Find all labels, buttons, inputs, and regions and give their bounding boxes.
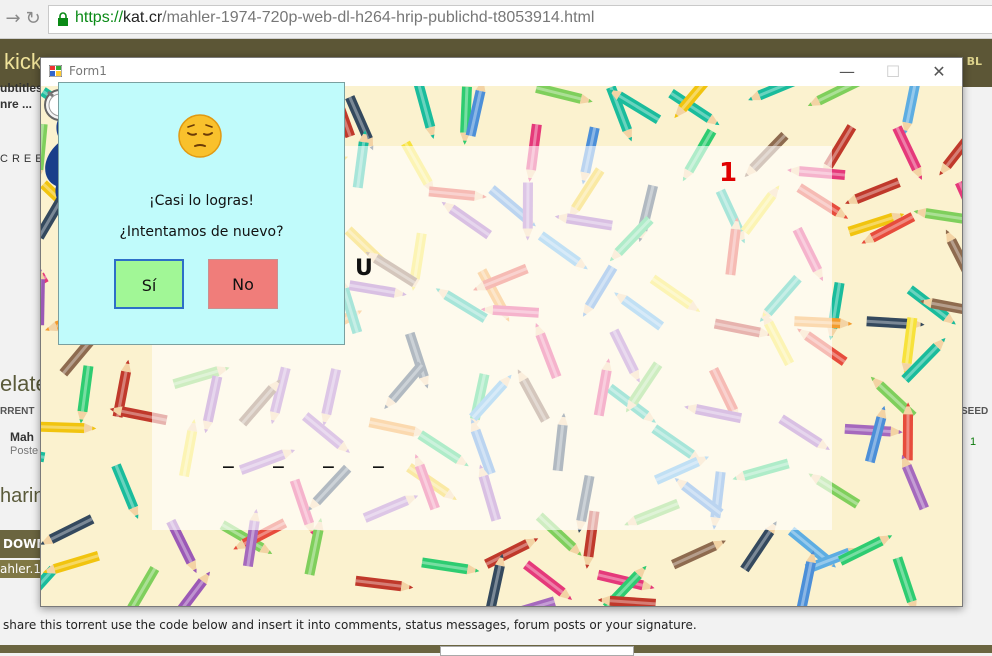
letter-slot: _ [273, 448, 284, 469]
letter-slot: _ [373, 448, 384, 469]
pencil-decoration [535, 86, 594, 107]
torrent-link[interactable]: Mah [10, 430, 34, 444]
pencil-decoration [913, 206, 962, 225]
bg-text-fragment: ubtitles [0, 81, 43, 95]
pencil-decoration [41, 422, 96, 434]
pencil-decoration [941, 227, 962, 283]
pencil-decoration [797, 549, 819, 606]
target-letter: U [355, 256, 373, 281]
browser-toolbar: → ↻ https://kat.cr/mahler-1974-720p-web-… [0, 0, 992, 39]
pencil-decoration [355, 576, 414, 593]
word-slots: _ _ _ _ [223, 448, 403, 468]
pencil-decoration [121, 566, 159, 606]
pencil-decoration [838, 531, 894, 566]
embed-code-input[interactable] [440, 646, 634, 656]
pencil-decoration [497, 597, 555, 606]
forward-icon[interactable]: → [2, 8, 24, 30]
form-icon [49, 65, 62, 77]
lock-icon [56, 12, 70, 26]
pencil-decoration [421, 557, 480, 576]
pencil-decoration [900, 86, 921, 135]
retry-dialog: ¡Casi lo logras! ¿Intentamos de nuevo? S… [58, 82, 345, 345]
pencil-decoration [671, 536, 728, 569]
yes-button[interactable]: Sí [114, 259, 184, 309]
pencil-decoration [171, 569, 214, 606]
pencil-decoration [893, 556, 921, 606]
letter-slot: _ [223, 448, 234, 469]
letter-slot: _ [323, 448, 334, 469]
table-header: RRENT [0, 406, 34, 417]
pencil-decoration [41, 514, 94, 549]
pencil-decoration [897, 453, 929, 510]
pencil-decoration [935, 127, 962, 179]
site-header-link[interactable]: BL [967, 55, 982, 68]
table-header: SEED [961, 406, 988, 417]
share-instructions: share this torrent use the code below an… [3, 618, 697, 632]
pencil-decoration [806, 86, 863, 110]
pencil-decoration [746, 86, 803, 105]
pencil-decoration [843, 178, 901, 209]
dialog-question: ¿Intentamos de nuevo? [59, 224, 344, 240]
pencil-decoration [955, 180, 962, 237]
pencil-decoration [41, 443, 45, 463]
pencil-decoration [414, 86, 439, 140]
seed-count: 1 [970, 436, 976, 448]
pencil-decoration [76, 365, 94, 424]
url-text: https://kat.cr/mahler-1974-720p-web-dl-h… [75, 9, 594, 27]
close-button[interactable]: ✕ [916, 58, 962, 86]
dialog-message: ¡Casi lo logras! [59, 193, 344, 209]
no-button[interactable]: No [208, 259, 278, 309]
reload-icon[interactable]: ↻ [22, 8, 44, 30]
pencil-decoration [523, 560, 575, 603]
pencil-decoration [111, 463, 142, 520]
pensive-face-icon [177, 113, 223, 159]
bg-text-fragment: nre ... [0, 97, 32, 111]
score-counter: 1 [719, 158, 737, 188]
window-title: Form1 [69, 64, 107, 78]
pencil-decoration [55, 603, 114, 606]
sharing-heading: harin [0, 485, 44, 508]
pencil-decoration [892, 125, 926, 182]
maximize-button[interactable]: ☐ [870, 58, 916, 86]
filename-strip: ahler.1 [0, 560, 44, 578]
minimize-button[interactable]: — [824, 58, 870, 86]
torrent-meta: Poste [10, 445, 38, 457]
site-logo[interactable]: kick [4, 49, 42, 75]
address-bar[interactable]: https://kat.cr/mahler-1974-720p-web-dl-h… [48, 5, 992, 34]
